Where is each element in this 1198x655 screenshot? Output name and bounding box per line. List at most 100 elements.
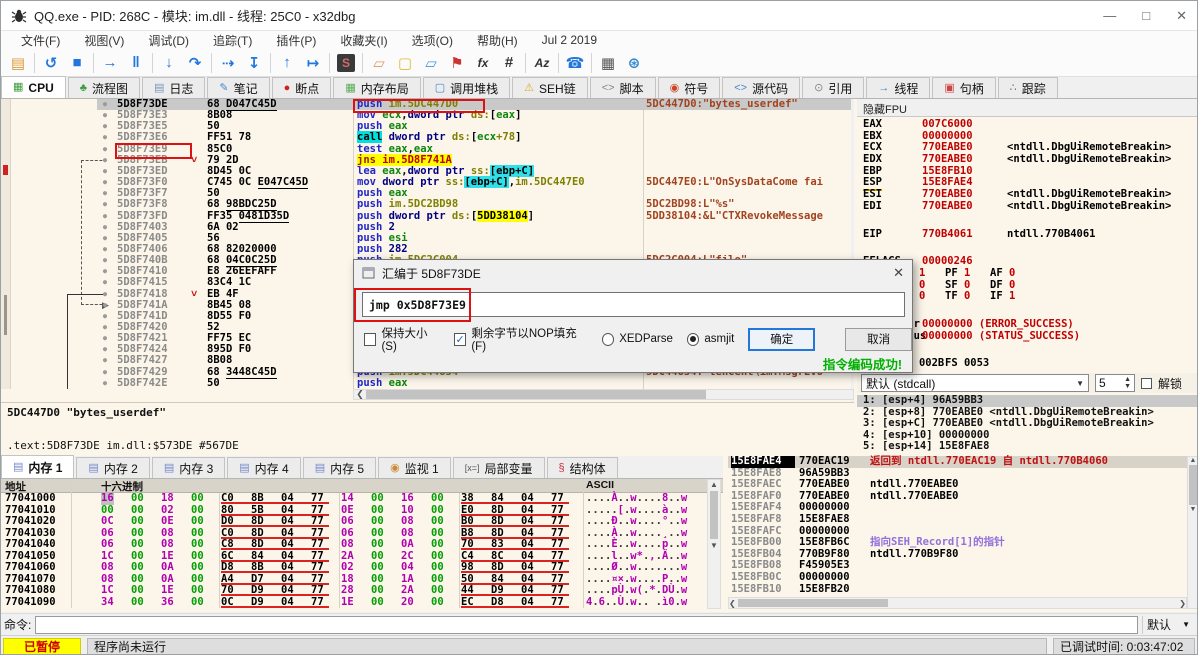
dump-byte[interactable]: 77 bbox=[551, 596, 564, 609]
dump-row[interactable]: 77041090 34 00 36 00 0C D9 04 77 1E 00 20 00 EC D8 04 77… bbox=[1, 596, 723, 609]
dump-byte[interactable]: 8D bbox=[491, 561, 504, 574]
dump-byte[interactable]: 77 bbox=[311, 584, 324, 597]
dump-byte[interactable]: 04 bbox=[281, 596, 294, 609]
dump-byte[interactable]: 04 bbox=[281, 538, 294, 551]
breakpoint-dot[interactable]: ● bbox=[99, 311, 111, 322]
label-icon[interactable]: ▱ bbox=[418, 51, 444, 75]
breakpoint-dot[interactable]: ● bbox=[99, 211, 111, 222]
stack-row[interactable]: 15E8FB10 15E8FB20 bbox=[728, 583, 1187, 596]
dump-byte[interactable]: 02 bbox=[341, 561, 354, 574]
tab-CPU[interactable]: ▦ CPU bbox=[1, 76, 66, 98]
menu-item-7[interactable]: 帮助(H) bbox=[465, 32, 530, 49]
dump-byte[interactable]: 77 bbox=[311, 492, 324, 505]
stack-panel[interactable]: 15E8FAE4 770EAC19 返回到 ntdll.770EAC19 自 ntd… bbox=[728, 455, 1187, 612]
dump-byte[interactable]: 77 bbox=[551, 492, 564, 505]
breakpoint-dot[interactable]: ● bbox=[99, 378, 111, 389]
menu-item-2[interactable]: 调试(D) bbox=[136, 32, 201, 49]
dump-byte[interactable]: B0 bbox=[461, 515, 474, 528]
stack-row[interactable]: 15E8FAF0 770EABE0 ntdll.770EABE0 bbox=[728, 490, 1187, 503]
breakpoint-dot[interactable]: ● bbox=[99, 222, 111, 233]
tab-内存 3[interactable]: ▤ 内存 3 bbox=[151, 457, 226, 478]
dump-byte[interactable]: 0A bbox=[401, 538, 414, 551]
dump-byte[interactable]: 20 bbox=[401, 596, 414, 609]
stack-row[interactable]: 15E8FAF8 15E8FAE8 bbox=[728, 513, 1187, 526]
tab-句柄[interactable]: ▣ 句柄 bbox=[932, 77, 996, 98]
dialog-close-icon[interactable]: ✕ bbox=[893, 265, 904, 281]
modules-icon[interactable]: ☎ bbox=[562, 51, 588, 75]
dump-byte[interactable]: 8D bbox=[251, 538, 264, 551]
dump-byte[interactable]: 77 bbox=[311, 515, 324, 528]
dump-byte[interactable]: 34 bbox=[101, 596, 114, 609]
scroll-left-icon[interactable]: ❮ bbox=[354, 389, 366, 400]
hash-icon[interactable]: # bbox=[496, 51, 522, 75]
dump-byte[interactable]: D0 bbox=[221, 515, 234, 528]
tab-流程图[interactable]: ♣ 流程图 bbox=[67, 77, 140, 98]
scrollbar-thumb[interactable] bbox=[710, 491, 718, 539]
tab-内存 4[interactable]: ▤ 内存 4 bbox=[227, 457, 301, 478]
dump-byte[interactable]: 04 bbox=[281, 515, 294, 528]
command-input[interactable] bbox=[35, 615, 1138, 634]
dump-byte[interactable]: 00 bbox=[431, 492, 444, 505]
menu-item-6[interactable]: 选项(O) bbox=[400, 32, 465, 49]
scrollbar-thumb[interactable] bbox=[366, 390, 706, 399]
menu-item-4[interactable]: 插件(P) bbox=[264, 32, 328, 49]
dump-byte[interactable]: 77 bbox=[551, 584, 564, 597]
pause-icon[interactable]: ‖ bbox=[123, 51, 149, 75]
breakpoint-dot[interactable]: ● bbox=[99, 166, 111, 177]
az-icon[interactable]: Az bbox=[529, 51, 555, 75]
dump-byte[interactable]: 04 bbox=[521, 596, 534, 609]
dump-byte[interactable]: 77 bbox=[311, 538, 324, 551]
dump-byte[interactable]: 00 bbox=[371, 538, 384, 551]
dump-byte[interactable]: 00 bbox=[431, 596, 444, 609]
breakpoint-dot[interactable]: ● bbox=[99, 110, 111, 121]
dump-byte[interactable]: 06 bbox=[101, 538, 114, 551]
minimize-button[interactable]: — bbox=[1103, 8, 1116, 24]
dump-byte[interactable]: 77 bbox=[551, 538, 564, 551]
breakpoint-dot[interactable]: ● bbox=[99, 367, 111, 378]
memory-dump-panel[interactable]: ▤ 内存 1 ▤ 内存 2 ▤ 内存 3 ▤ 内存 4 ▤ 内存 5 ◉ 监视 1 [x=] 局部变量 § 结… bbox=[1, 455, 723, 612]
dump-byte[interactable]: 04 bbox=[521, 492, 534, 505]
dump-byte[interactable]: C0 bbox=[221, 492, 234, 505]
xedparse-radio[interactable] bbox=[601, 332, 615, 346]
step-out-icon[interactable]: ↑ bbox=[274, 51, 300, 75]
menu-item-1[interactable]: 视图(V) bbox=[72, 32, 136, 49]
tab-内存 2[interactable]: ▤ 内存 2 bbox=[76, 457, 150, 478]
close-button[interactable]: ✕ bbox=[1176, 8, 1187, 24]
unlock-checkbox[interactable] bbox=[1141, 377, 1152, 389]
menu-item-0[interactable]: 文件(F) bbox=[9, 32, 72, 49]
scrollbar-thumb[interactable] bbox=[737, 599, 888, 607]
argument-row[interactable]: 5: [esp+14] 15E8FAE8 bbox=[857, 441, 1197, 453]
breakpoint-dot[interactable]: ● bbox=[99, 277, 111, 288]
argument-count-stepper[interactable]: 5 ▲ ▼ bbox=[1095, 374, 1135, 392]
dump-byte[interactable]: 0A bbox=[161, 561, 174, 574]
step-over-icon[interactable]: ↷ bbox=[182, 51, 208, 75]
ok-button[interactable]: 确定 bbox=[748, 327, 816, 351]
dump-byte[interactable]: 0C bbox=[221, 596, 234, 609]
dump-byte[interactable]: 8B bbox=[251, 561, 264, 574]
breakpoint-dot[interactable]: ● bbox=[99, 333, 111, 344]
stop-icon[interactable]: ■ bbox=[64, 51, 90, 75]
tab-符号[interactable]: ◉ 符号 bbox=[657, 77, 721, 98]
dump-byte[interactable]: D9 bbox=[251, 584, 264, 597]
dump-byte[interactable]: 00 bbox=[371, 561, 384, 574]
dump-byte[interactable]: 77 bbox=[551, 561, 564, 574]
hide-fpu-button[interactable]: 隐藏FPU bbox=[857, 99, 1197, 117]
dump-byte[interactable]: 16 bbox=[101, 492, 114, 505]
dump-byte[interactable]: 08 bbox=[401, 515, 414, 528]
dump-byte[interactable]: 38 bbox=[461, 492, 474, 505]
disasm-horizontal-scrollbar[interactable]: ❮ bbox=[353, 389, 854, 400]
disasm-row[interactable]: ● 5D8F73FD FF35 0481D35D push dword ptr ds:… bbox=[1, 209, 851, 223]
dialog-title-bar[interactable]: 汇编于 5D8F73DE ✕ bbox=[354, 260, 912, 286]
patch-icon[interactable]: ▱ bbox=[366, 51, 392, 75]
dump-byte[interactable]: 00 bbox=[131, 515, 144, 528]
run-trace-icon[interactable]: ⇢ bbox=[215, 51, 241, 75]
asmjit-radio[interactable] bbox=[686, 332, 700, 346]
globe-icon[interactable]: ⊛ bbox=[621, 51, 647, 75]
tab-内存 5[interactable]: ▤ 内存 5 bbox=[302, 457, 377, 478]
dump-byte[interactable]: 08 bbox=[161, 538, 174, 551]
animate-icon[interactable]: S bbox=[333, 51, 359, 75]
tab-引用[interactable]: ⊙ 引用 bbox=[802, 77, 865, 98]
dump-byte[interactable]: 00 bbox=[131, 596, 144, 609]
dump-byte[interactable]: 28 bbox=[341, 584, 354, 597]
dump-byte[interactable]: D9 bbox=[491, 584, 504, 597]
